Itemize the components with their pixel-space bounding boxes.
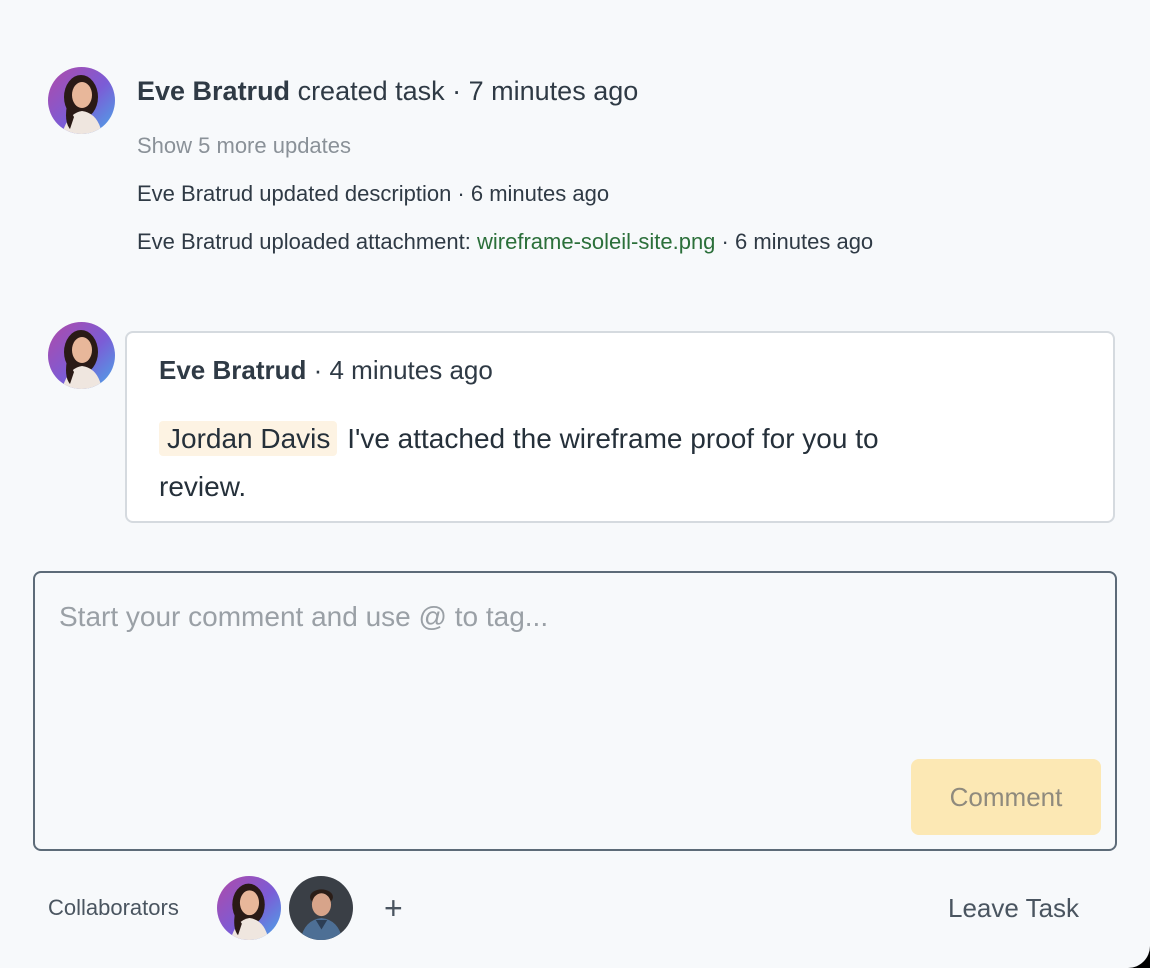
activity-updated-description: Eve Bratrud updated description · 6 minu… [137, 181, 610, 206]
activity-time: · 7 minutes ago [444, 76, 639, 106]
comment-input[interactable] [59, 601, 1089, 751]
attachment-link[interactable]: wireframe-soleil-site.png [477, 229, 715, 254]
comment-time: · 4 minutes ago [306, 355, 493, 385]
comment-button[interactable]: Comment [911, 759, 1101, 835]
show-more-updates-link[interactable]: Show 5 more updates [137, 133, 351, 159]
comment-card: Eve Bratrud · 4 minutes ago Jordan Davis… [125, 331, 1115, 523]
leave-task-button[interactable]: Leave Task [948, 893, 1079, 924]
collaborator-avatar-jordan[interactable] [289, 876, 353, 940]
activity-uploaded-attachment: Eve Bratrud uploaded attachment: wirefra… [137, 229, 873, 255]
plus-icon: + [384, 890, 403, 926]
actor-name[interactable]: Eve Bratrud [137, 76, 290, 106]
collaborators-label: Collaborators [48, 895, 179, 920]
mention-tag[interactable]: Jordan Davis [159, 421, 338, 456]
comment-author-avatar[interactable] [48, 322, 115, 389]
collaborator-avatar-eve[interactable] [217, 876, 281, 940]
comment-author[interactable]: Eve Bratrud [159, 355, 306, 385]
activity-action: created task [290, 76, 445, 106]
comment-header: Eve Bratrud · 4 minutes ago [159, 355, 493, 386]
comment-composer: Comment [33, 571, 1117, 851]
upload-time: · 6 minutes ago [715, 229, 874, 254]
avatar-eve-bratrud[interactable] [48, 67, 115, 134]
upload-prefix: Eve Bratrud uploaded attachment: [137, 229, 477, 254]
task-activity-panel: Eve Bratrud created task · 7 minutes ago… [0, 0, 1150, 968]
activity-created-task: Eve Bratrud created task · 7 minutes ago [137, 76, 638, 107]
add-collaborator-button[interactable]: + [384, 888, 403, 928]
comment-body: Jordan Davis I've attached the wireframe… [159, 415, 959, 511]
